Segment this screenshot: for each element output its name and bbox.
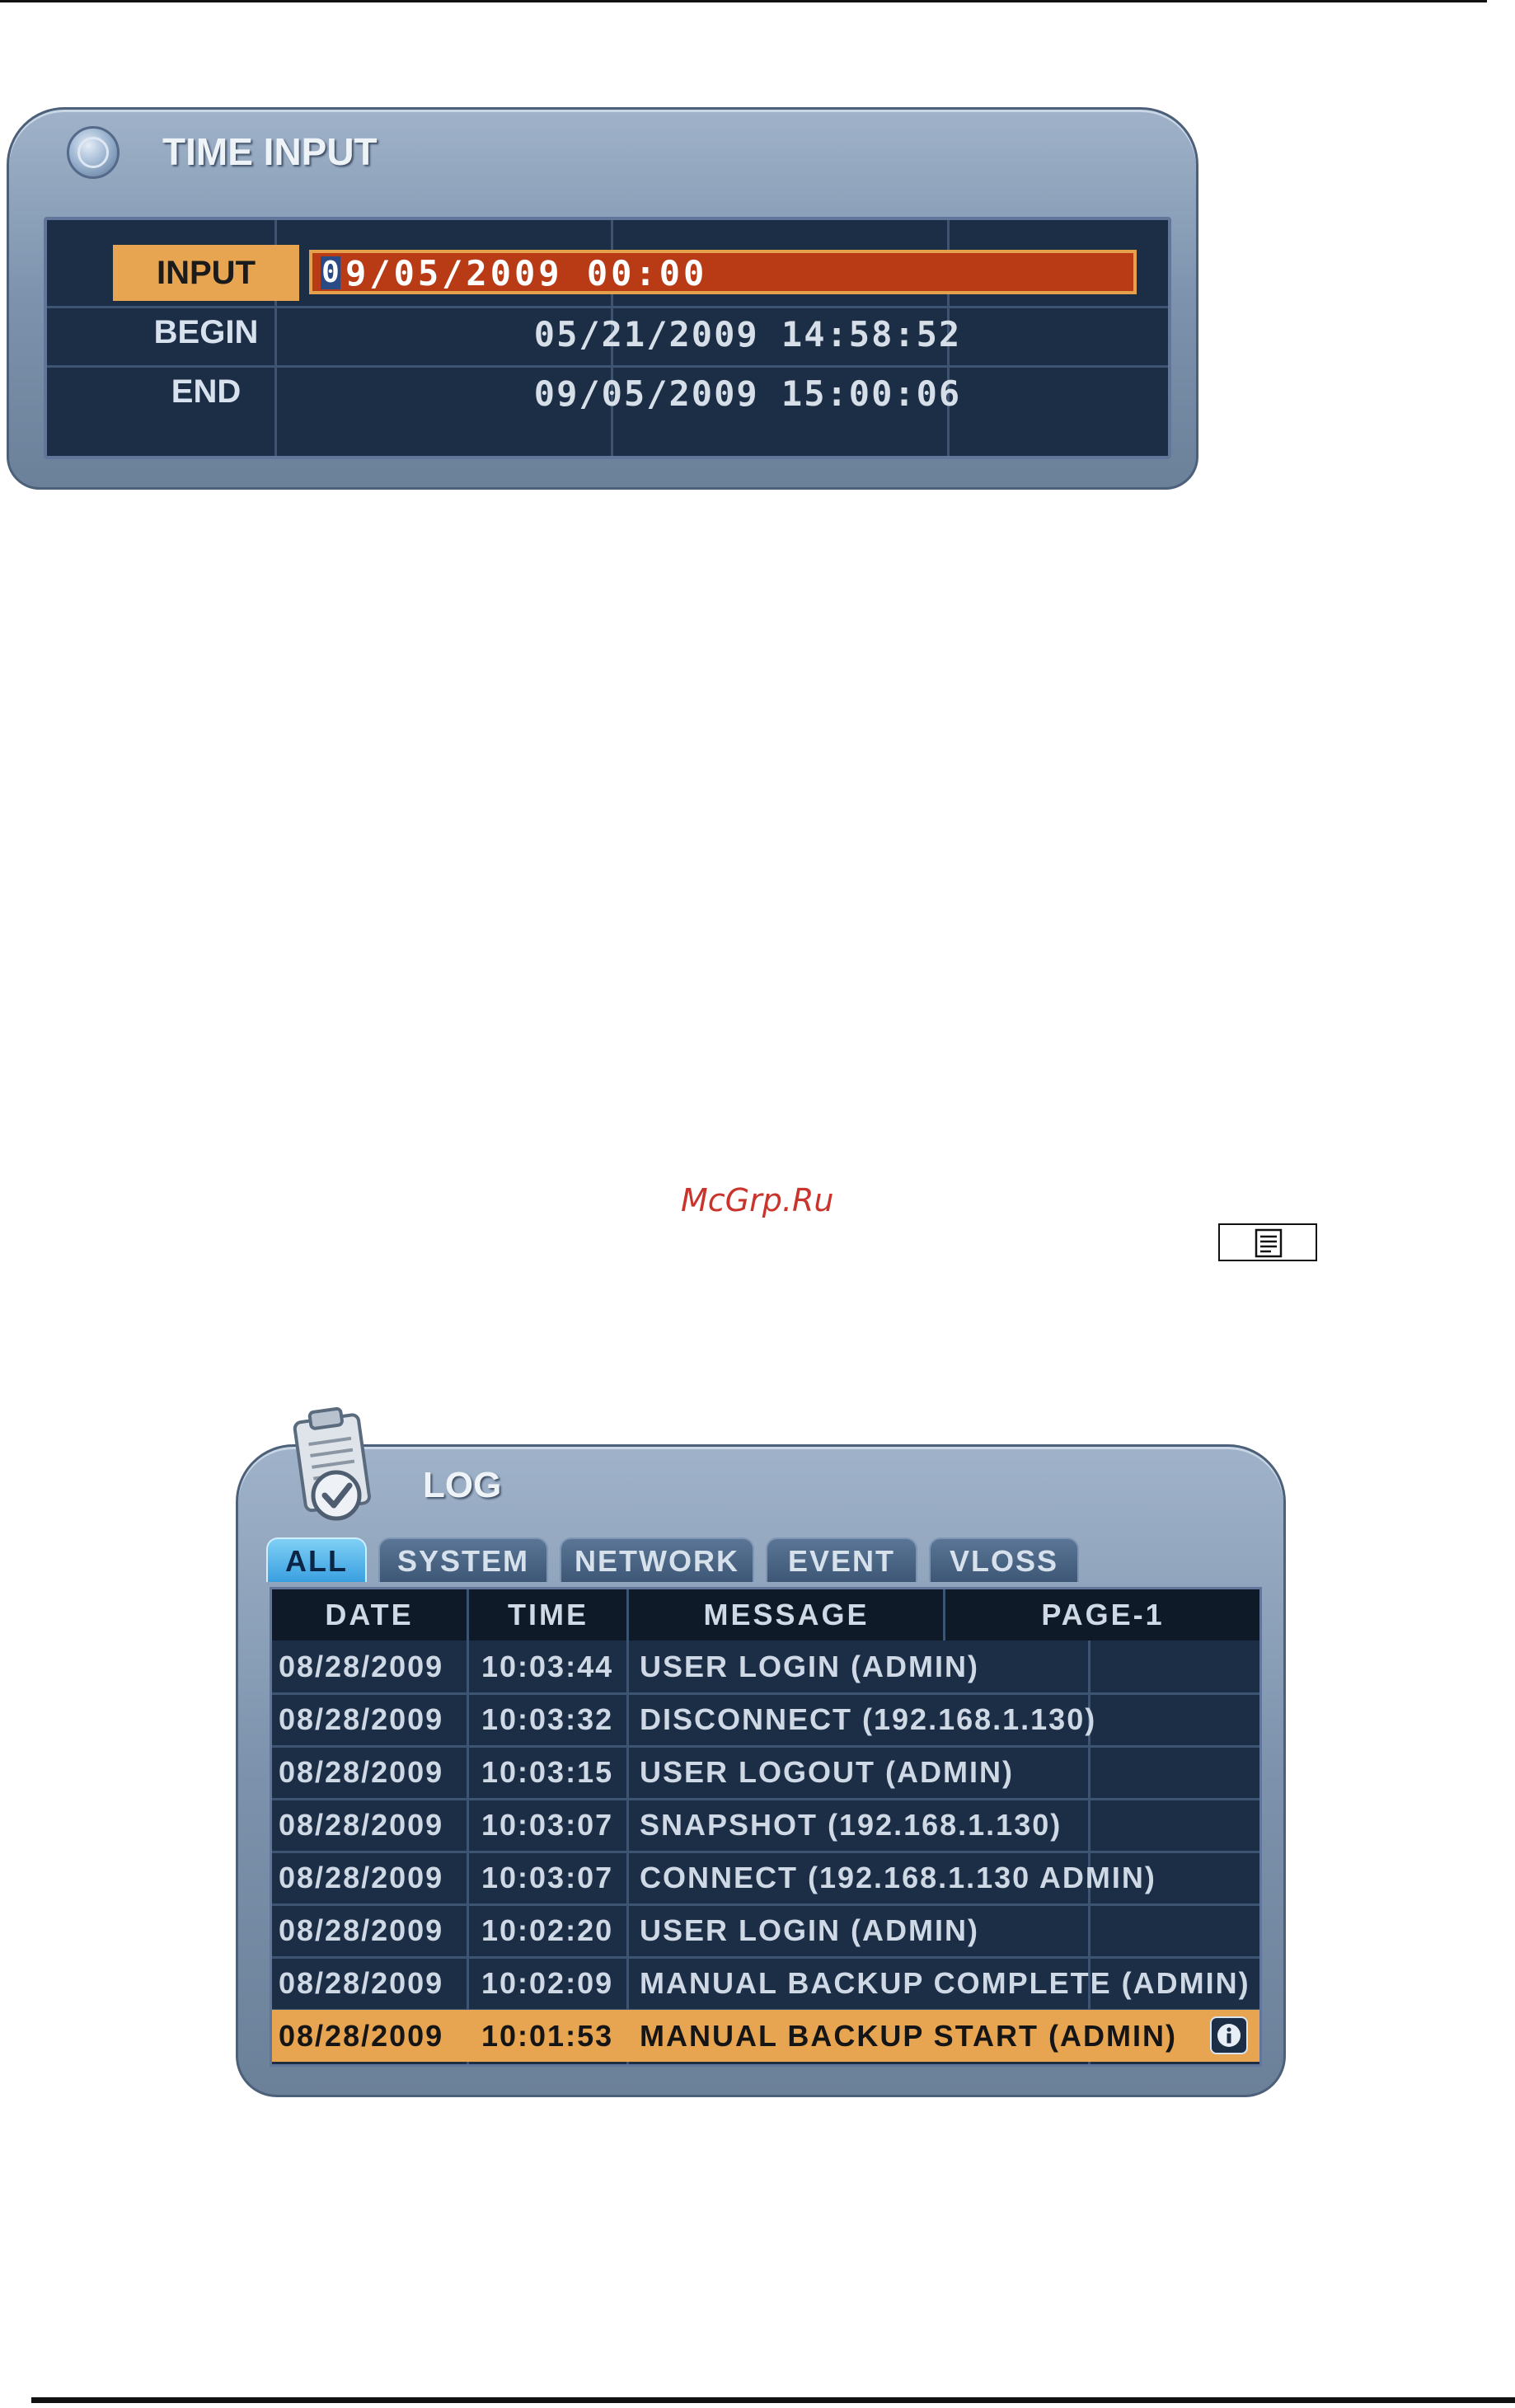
log-row[interactable]: 08/28/2009 10:03:15 USER LOGOUT (ADMIN) xyxy=(272,1746,1259,1798)
log-row[interactable]: 08/28/2009 10:03:32 DISCONNECT (192.168.… xyxy=(272,1693,1259,1745)
column-header-message: MESSAGE xyxy=(703,1598,870,1631)
info-glyph xyxy=(1217,2024,1241,2047)
watermark: McGrp.Ru xyxy=(681,1182,834,1218)
log-date: 08/28/2009 xyxy=(279,1861,444,1894)
log-message: DISCONNECT (192.168.1.130) xyxy=(640,1702,1097,1736)
log-row[interactable]: 08/28/2009 10:03:07 SNAPSHOT (192.168.1.… xyxy=(272,1799,1259,1851)
log-message: USER LOGIN (ADMIN) xyxy=(640,1650,979,1683)
log-message: USER LOGOUT (ADMIN) xyxy=(640,1755,1014,1789)
log-header: DATE TIME MESSAGE PAGE-1 xyxy=(272,1589,1259,1641)
log-row[interactable]: 08/28/2009 10:02:20 USER LOGIN (ADMIN) xyxy=(272,1904,1259,1956)
menu-key-icon xyxy=(1218,1223,1317,1261)
column-header-date: DATE xyxy=(325,1598,414,1631)
grid-line xyxy=(943,1589,945,1641)
log-time: 10:01:53 xyxy=(481,2019,614,2053)
tab-network[interactable]: NETWORK xyxy=(560,1537,754,1582)
log-time: 10:03:44 xyxy=(481,1650,614,1683)
info-icon[interactable] xyxy=(1210,2016,1248,2054)
menu-key-glyph xyxy=(1255,1228,1283,1258)
log-time: 10:02:20 xyxy=(481,1913,614,1947)
log-message: SNAPSHOT (192.168.1.130) xyxy=(640,1808,1062,1842)
log-date: 08/28/2009 xyxy=(279,1702,444,1736)
time-input-panel: TIME INPUT INPUT 0 9/05/2009 00:00 BEGIN… xyxy=(7,107,1198,490)
log-date: 08/28/2009 xyxy=(279,1650,444,1683)
clipboard-check-icon xyxy=(288,1400,379,1530)
log-panel: LOG ALL SYSTEM NETWORK EVENT VLOSS DATE … xyxy=(236,1444,1286,2097)
log-message: CONNECT (192.168.1.130 ADMIN) xyxy=(640,1861,1156,1894)
panel-title: LOG xyxy=(423,1465,502,1505)
column-header-page: PAGE-1 xyxy=(1041,1598,1165,1631)
top-rule xyxy=(0,0,1487,2)
tab-all[interactable]: ALL xyxy=(266,1537,367,1582)
tab-event[interactable]: EVENT xyxy=(766,1537,917,1582)
log-date: 08/28/2009 xyxy=(279,1755,444,1789)
end-label: END xyxy=(171,373,242,410)
begin-value: 05/21/2009 14:58:52 xyxy=(533,314,962,354)
log-date: 08/28/2009 xyxy=(279,1966,444,2000)
tab-system[interactable]: SYSTEM xyxy=(378,1537,548,1582)
log-table: DATE TIME MESSAGE PAGE-1 08/28/2009 10:0… xyxy=(270,1587,1262,2067)
time-input-field[interactable]: 0 9/05/2009 00:00 xyxy=(309,250,1137,294)
log-time: 10:02:09 xyxy=(481,1966,614,2000)
log-row[interactable]: 08/28/2009 10:03:44 USER LOGIN (ADMIN) xyxy=(272,1641,1259,1692)
panel-title: TIME INPUT xyxy=(162,130,378,173)
clipboard-glyph xyxy=(293,1406,371,1521)
log-row[interactable]: 08/28/2009 10:02:09 MANUAL BACKUP COMPLE… xyxy=(272,1957,1259,2009)
text-cursor: 0 xyxy=(321,256,340,289)
log-time: 10:03:07 xyxy=(481,1808,614,1842)
input-label: INPUT xyxy=(113,245,299,301)
log-time: 10:03:07 xyxy=(481,1861,614,1894)
log-message: USER LOGIN (ADMIN) xyxy=(640,1913,979,1947)
log-time: 10:03:32 xyxy=(481,1702,614,1736)
log-message: MANUAL BACKUP START (ADMIN) xyxy=(640,2019,1177,2053)
orb-icon xyxy=(67,126,120,179)
time-input-body: INPUT 0 9/05/2009 00:00 BEGIN 05/21/2009… xyxy=(44,217,1171,459)
log-date: 08/28/2009 xyxy=(279,2019,444,2053)
log-message: MANUAL BACKUP COMPLETE (ADMIN) xyxy=(640,1966,1250,2000)
log-time: 10:03:15 xyxy=(481,1755,614,1789)
log-date: 08/28/2009 xyxy=(279,1913,444,1947)
tab-vloss[interactable]: VLOSS xyxy=(929,1537,1079,1582)
column-header-time: TIME xyxy=(508,1598,589,1631)
log-row-selected[interactable]: 08/28/2009 10:01:53 MANUAL BACKUP START … xyxy=(272,2010,1259,2062)
log-date: 08/28/2009 xyxy=(279,1808,444,1842)
bottom-rule xyxy=(31,2397,1515,2403)
log-row[interactable]: 08/28/2009 10:03:07 CONNECT (192.168.1.1… xyxy=(272,1852,1259,1903)
begin-label: BEGIN xyxy=(153,314,259,350)
time-input-value: 9/05/2009 00:00 xyxy=(345,253,708,293)
end-value: 09/05/2009 15:00:06 xyxy=(533,373,962,414)
